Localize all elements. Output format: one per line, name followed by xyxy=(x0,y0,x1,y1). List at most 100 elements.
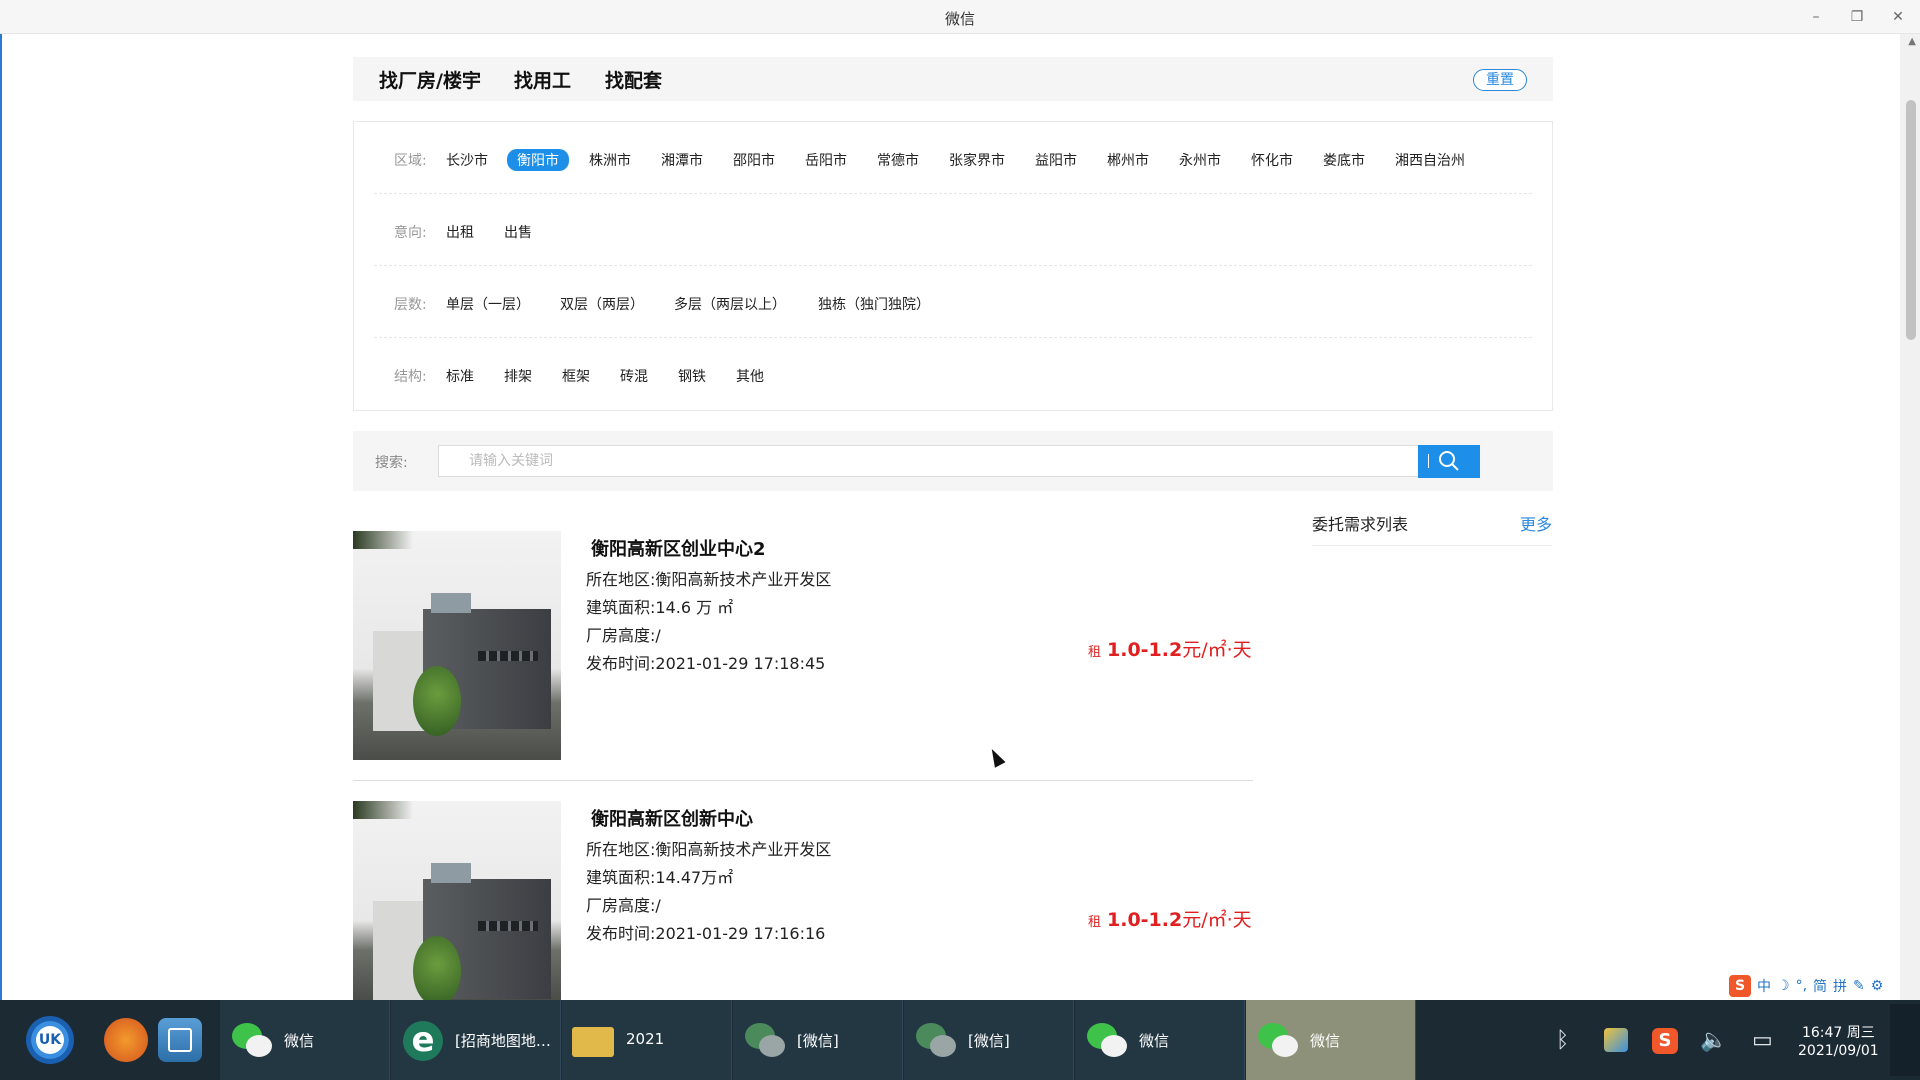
listing-title[interactable]: 衡阳高新区创新中心 xyxy=(591,805,753,831)
region-option[interactable]: 邵阳市 xyxy=(723,149,785,171)
scrollbar-thumb[interactable] xyxy=(1906,100,1916,340)
filter-label: 意向: xyxy=(394,225,427,241)
region-option[interactable]: 湘潭市 xyxy=(651,149,713,171)
window-title: 微信 xyxy=(944,10,975,28)
edge-icon: e xyxy=(399,1017,445,1063)
wechat-icon xyxy=(912,1017,958,1063)
launcher-icon[interactable]: UK xyxy=(26,1016,74,1064)
task-label: 2021 xyxy=(626,1030,665,1048)
structure-option[interactable]: 框架 xyxy=(552,365,600,387)
pen-icon[interactable]: ✎ xyxy=(1853,978,1865,994)
tab-find-supporting[interactable]: 找配套 xyxy=(605,66,662,93)
more-link[interactable]: 更多 xyxy=(1520,511,1552,535)
price-tag: 租 xyxy=(1088,915,1102,930)
region-option-selected[interactable]: 衡阳市 xyxy=(507,149,569,171)
search-label: 搜索: xyxy=(375,455,408,471)
region-option[interactable]: 株洲市 xyxy=(579,149,641,171)
task-label: 微信 xyxy=(284,1032,315,1050)
price-value: 1.0-1.2 xyxy=(1107,639,1183,661)
intent-option[interactable]: 出租 xyxy=(436,221,484,243)
clock-date: 2021/09/01 xyxy=(1798,1043,1879,1059)
region-option[interactable]: 岳阳市 xyxy=(795,149,857,171)
listing-region: 所在地区:衡阳高新技术产业开发区 xyxy=(586,840,832,859)
sidebar-divider xyxy=(1312,545,1552,546)
listing-thumbnail[interactable] xyxy=(353,801,561,1000)
task-label: [招商地图地… xyxy=(455,1032,551,1050)
filter-row-floors: 层数: 单层（一层） 双层（两层） 多层（两层以上） 独栋（独门独院） xyxy=(374,266,1532,338)
floors-option[interactable]: 独栋（独门独院） xyxy=(808,293,940,315)
structure-option[interactable]: 砖混 xyxy=(610,365,658,387)
task-label: 微信 xyxy=(1310,1032,1341,1050)
task-wechat[interactable]: [微信] xyxy=(733,1000,903,1080)
region-option[interactable]: 益阳市 xyxy=(1025,149,1087,171)
filter-label: 层数: xyxy=(394,297,427,313)
search-icon xyxy=(1439,451,1459,471)
structure-option[interactable]: 钢铁 xyxy=(668,365,716,387)
price-unit: 元/㎡·天 xyxy=(1182,909,1252,931)
region-option[interactable]: 长沙市 xyxy=(436,149,498,171)
task-label: [微信] xyxy=(968,1032,1010,1050)
wechat-icon xyxy=(741,1017,787,1063)
window-titlebar: 微信 – ❐ ✕ xyxy=(0,0,1920,34)
search-button[interactable] xyxy=(1418,445,1480,478)
region-option[interactable]: 永州市 xyxy=(1169,149,1231,171)
region-option[interactable]: 常德市 xyxy=(867,149,929,171)
intent-option[interactable]: 出售 xyxy=(494,221,542,243)
listing-thumbnail[interactable] xyxy=(353,531,561,760)
ime-simplified[interactable]: 简 xyxy=(1813,976,1827,996)
moon-icon[interactable]: ☽ xyxy=(1777,978,1790,994)
price-tag: 租 xyxy=(1088,645,1102,660)
filter-row-region: 区域: 长沙市 衡阳市 株洲市 湘潭市 邵阳市 岳阳市 常德市 张家界市 益阳市… xyxy=(374,122,1532,194)
minimize-icon[interactable]: – xyxy=(1805,6,1827,28)
region-option[interactable]: 郴州市 xyxy=(1097,149,1159,171)
floors-option[interactable]: 多层（两层以上） xyxy=(664,293,796,315)
top-nav: 找厂房/楼宇 找用工 找配套 重置 xyxy=(353,57,1553,101)
reset-button[interactable]: 重置 xyxy=(1473,69,1527,91)
region-option[interactable]: 怀化市 xyxy=(1241,149,1303,171)
listing-area: 建筑面积:14.47万㎡ xyxy=(586,868,734,887)
scroll-up-icon[interactable]: ▲ xyxy=(1908,36,1916,47)
sogou-logo-icon[interactable]: S xyxy=(1729,975,1751,997)
floors-option[interactable]: 单层（一层） xyxy=(436,293,540,315)
listing-title[interactable]: 衡阳高新区创业中心2 xyxy=(591,535,766,561)
firefox-icon[interactable] xyxy=(104,1018,148,1062)
task-wechat-active[interactable]: 微信 xyxy=(1246,1000,1416,1080)
network-app-icon[interactable] xyxy=(1604,1028,1628,1052)
listing-area: 建筑面积:14.6 万 ㎡ xyxy=(586,598,734,617)
entrust-list-title: 委托需求列表 xyxy=(1312,515,1409,534)
listing-height: 厂房高度:/ xyxy=(586,626,661,645)
file-manager-icon[interactable] xyxy=(158,1018,202,1062)
task-folder[interactable]: 2021 xyxy=(562,1000,732,1080)
display-icon[interactable]: ▭ xyxy=(1752,1028,1773,1053)
bluetooth-icon[interactable]: ᛒ xyxy=(1556,1028,1569,1053)
structure-option[interactable]: 排架 xyxy=(494,365,542,387)
tab-find-labor[interactable]: 找用工 xyxy=(514,66,571,93)
sogou-tray-icon[interactable]: S xyxy=(1652,1028,1678,1054)
close-icon[interactable]: ✕ xyxy=(1887,6,1909,28)
structure-option[interactable]: 其他 xyxy=(726,365,774,387)
wechat-icon xyxy=(1083,1017,1129,1063)
task-wechat[interactable]: [微信] xyxy=(904,1000,1074,1080)
ime-lang[interactable]: 中 xyxy=(1757,976,1771,996)
listing-item[interactable]: 衡阳高新区创业中心2 所在地区:衡阳高新技术产业开发区 建筑面积:14.6 万 … xyxy=(353,531,1253,781)
ime-pinyin[interactable]: 拼 xyxy=(1833,976,1847,996)
volume-icon[interactable]: 🔈 xyxy=(1700,1028,1727,1053)
floors-option[interactable]: 双层（两层） xyxy=(550,293,654,315)
task-wechat[interactable]: 微信 xyxy=(1075,1000,1245,1080)
task-label: [微信] xyxy=(797,1032,839,1050)
punctuation-icon[interactable]: °, xyxy=(1796,978,1807,994)
show-desktop-button[interactable] xyxy=(1890,1004,1920,1076)
region-option[interactable]: 张家界市 xyxy=(939,149,1015,171)
task-browser[interactable]: e [招商地图地… xyxy=(391,1000,561,1080)
task-wechat[interactable]: 微信 xyxy=(220,1000,390,1080)
search-input[interactable] xyxy=(438,445,1420,477)
restore-icon[interactable]: ❐ xyxy=(1846,6,1868,28)
gear-icon[interactable]: ⚙ xyxy=(1871,978,1884,994)
region-option[interactable]: 湘西自治州 xyxy=(1385,149,1475,171)
listing-price: 租 1.0-1.2元/㎡·天 xyxy=(1088,905,1252,932)
region-option[interactable]: 娄底市 xyxy=(1313,149,1375,171)
tab-find-factory[interactable]: 找厂房/楼宇 xyxy=(379,66,481,93)
listing-height: 厂房高度:/ xyxy=(586,896,661,915)
clock[interactable]: 16:47 周三 2021/09/01 xyxy=(1798,1024,1879,1060)
structure-option[interactable]: 标准 xyxy=(436,365,484,387)
